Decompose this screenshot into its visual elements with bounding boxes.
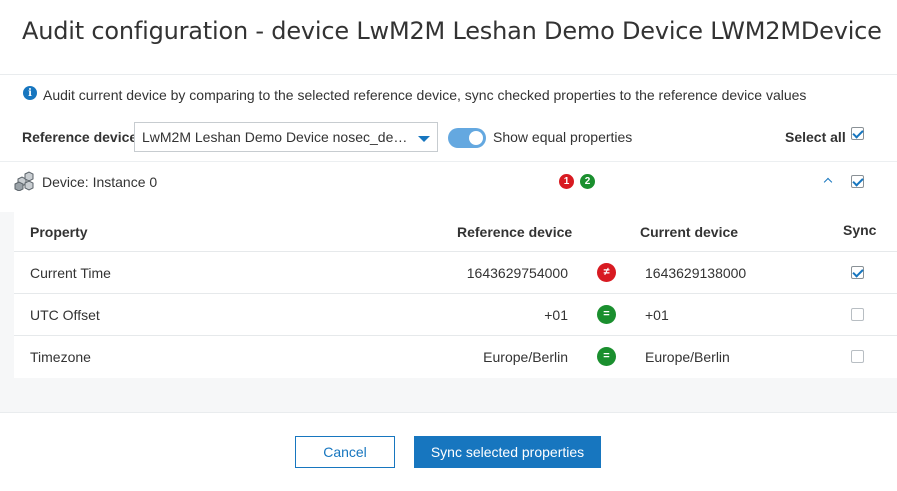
row-current-value: +01 — [645, 307, 669, 323]
row-current-value: 1643629138000 — [645, 265, 747, 281]
row-divider — [14, 293, 897, 294]
sync-selected-button[interactable]: Sync selected properties — [414, 436, 601, 468]
row-property: UTC Offset — [30, 307, 100, 323]
reference-device-label: Reference device — [22, 129, 138, 145]
device-instance-icon — [14, 171, 34, 191]
info-text: Audit current device by comparing to the… — [43, 87, 807, 103]
diff-count-badge: 1 — [559, 174, 574, 189]
header-reference-device: Reference device — [457, 224, 573, 240]
row-sync-checkbox[interactable] — [851, 308, 864, 321]
row-sync-checkbox[interactable] — [851, 266, 864, 279]
show-equal-label: Show equal properties — [493, 129, 633, 145]
row-divider — [14, 251, 897, 252]
row-reference-value: Europe/Berlin — [483, 349, 568, 365]
row-reference-value: 1643629754000 — [466, 265, 568, 281]
footer-divider — [0, 412, 897, 413]
select-all-checkbox[interactable] — [851, 127, 864, 140]
caret-down-icon — [418, 136, 430, 142]
toggle-knob — [469, 131, 483, 145]
row-property: Timezone — [30, 349, 91, 365]
group-label: Device: Instance 0 — [42, 174, 158, 190]
row-reference-value: +01 — [544, 307, 568, 323]
equal-count-badge: 2 — [580, 174, 595, 189]
cancel-button[interactable]: Cancel — [295, 436, 395, 468]
equal-icon: = — [597, 347, 616, 366]
title-divider — [0, 74, 897, 75]
row-current-value: Europe/Berlin — [645, 349, 730, 365]
reference-device-value: LwM2M Leshan Demo Device nosec_device — [142, 129, 412, 145]
group-sync-checkbox[interactable] — [851, 175, 864, 188]
info-icon: i — [23, 86, 37, 100]
select-all-label: Select all — [785, 129, 846, 145]
equal-icon: = — [597, 305, 616, 324]
reference-device-select[interactable]: LwM2M Leshan Demo Device nosec_device — [134, 122, 438, 152]
info-message: i Audit current device by comparing to t… — [23, 86, 807, 103]
row-property: Current Time — [30, 265, 111, 281]
row-sync-checkbox[interactable] — [851, 350, 864, 363]
header-property: Property — [30, 224, 88, 240]
header-sync: Sync — [843, 222, 877, 238]
not-equal-icon: ≠ — [597, 263, 616, 282]
dialog-title: Audit configuration - device LwM2M Lesha… — [22, 17, 882, 45]
show-equal-toggle[interactable] — [448, 128, 486, 148]
row-divider — [14, 335, 897, 336]
header-current-device: Current device — [640, 224, 739, 240]
